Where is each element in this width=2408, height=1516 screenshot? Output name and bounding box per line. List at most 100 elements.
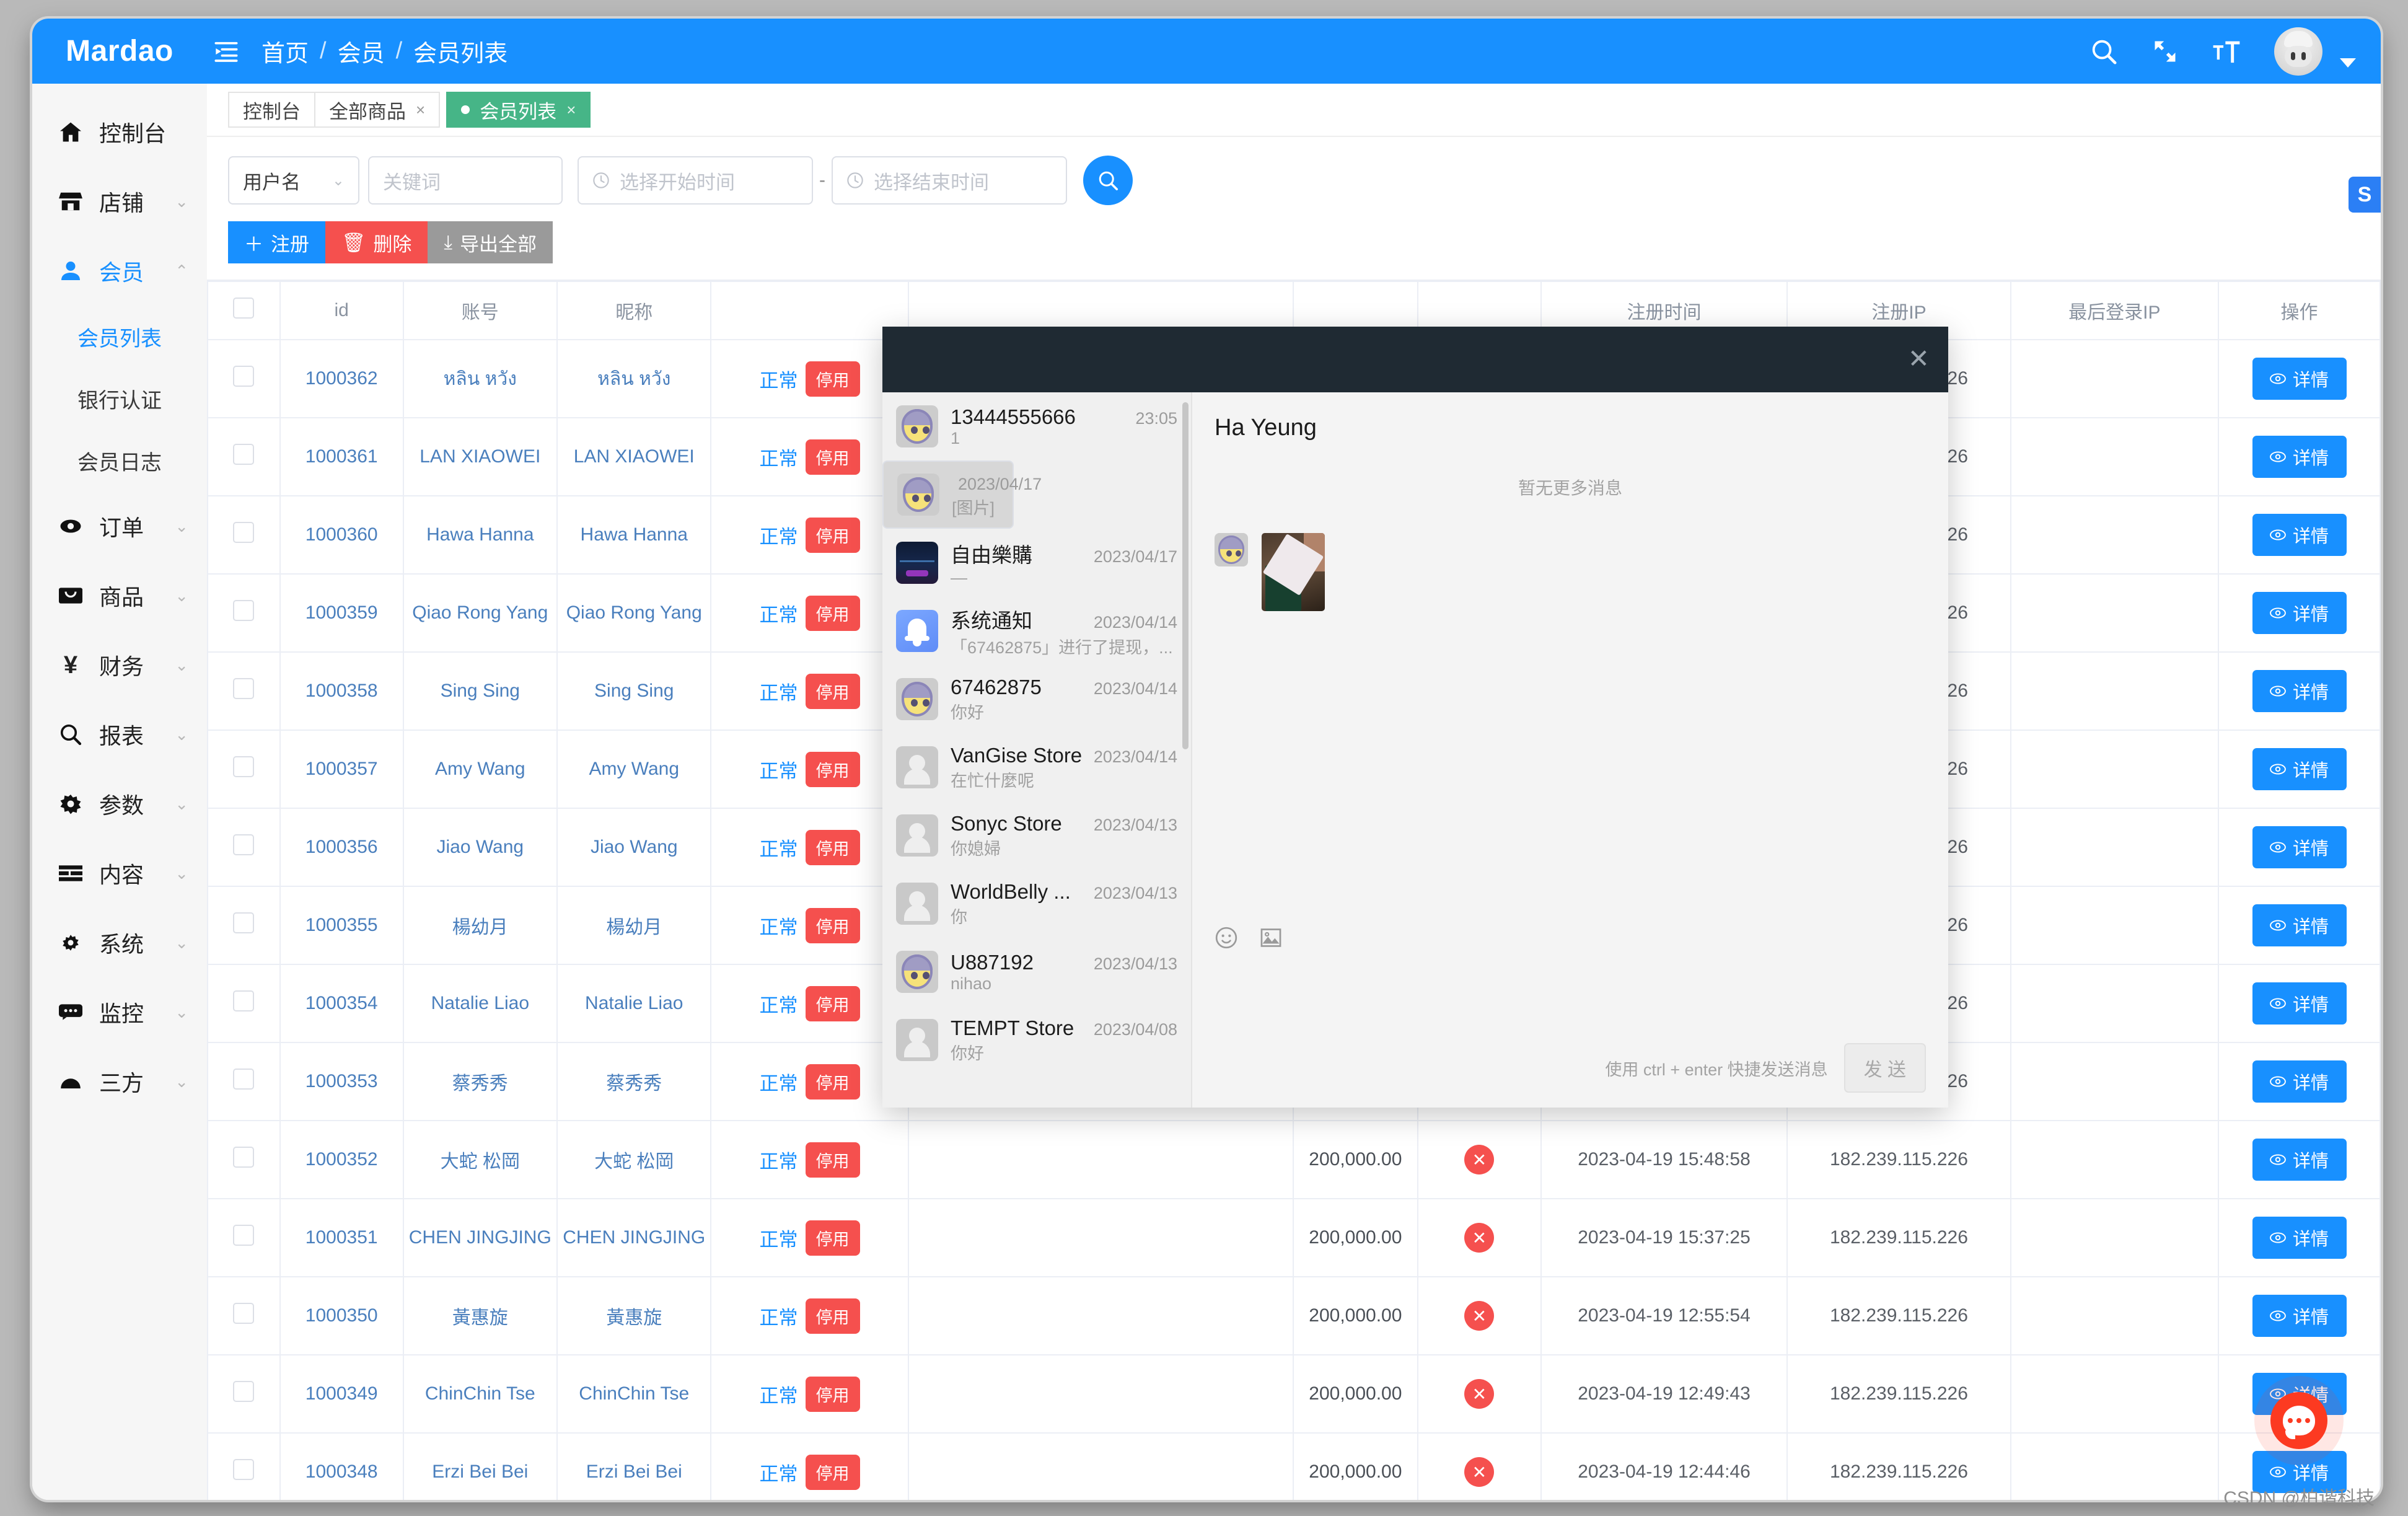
conversation-item[interactable]: TEMPT Store 2023/04/08 你好 <box>882 1006 1191 1074</box>
table-row[interactable]: 1000351 CHEN JINGJING CHEN JINGJING 正常 停用 200… <box>207 1198 2381 1277</box>
conversation-item[interactable]: WorldBelly ... 2023/04/13 你 <box>882 870 1191 938</box>
row-checkbox[interactable] <box>233 1225 255 1246</box>
sidebar-item-member[interactable]: 会员 ⌃ <box>32 236 207 306</box>
tab-all-goods[interactable]: 全部商品 × <box>314 92 441 128</box>
sidebar-item-member-list[interactable]: 会员列表 <box>32 306 207 368</box>
fullscreen-icon[interactable] <box>2151 38 2179 65</box>
conversation-list[interactable]: 1344455566623:051Ha Yeung2023/04/17[图片]自… <box>882 392 1192 1108</box>
row-checkbox[interactable] <box>233 678 255 699</box>
conversation-item[interactable]: 13444555666 23:05 1 <box>882 392 1191 461</box>
conversation-item[interactable]: VanGise Store 2023/04/14 在忙什麼呢 <box>882 733 1191 801</box>
tab-member-list[interactable]: 会员列表 × <box>446 92 591 128</box>
search-button[interactable] <box>1083 156 1133 205</box>
disable-button[interactable]: 停用 <box>805 517 860 553</box>
sidebar-item-params[interactable]: 参数 ⌄ <box>32 769 207 839</box>
avatar[interactable] <box>2274 27 2322 76</box>
register-button[interactable]: ＋ 注册 <box>228 221 325 263</box>
sidebar-item-order[interactable]: 订单 ⌄ <box>32 491 207 561</box>
conversation-item[interactable]: 67462875 2023/04/14 你好 <box>882 665 1191 733</box>
close-icon[interactable]: ✕ <box>1464 1457 1495 1487</box>
detail-button[interactable]: 详情 <box>2252 982 2347 1025</box>
disable-button[interactable]: 停用 <box>805 1142 860 1178</box>
sidebar-item-content[interactable]: 内容 ⌄ <box>32 839 207 908</box>
sidebar-item-thirdparty[interactable]: 三方 ⌄ <box>32 1047 207 1116</box>
chevron-down-icon[interactable] <box>2340 58 2356 68</box>
row-checkbox[interactable] <box>233 522 255 543</box>
table-row[interactable]: 1000350 黃惠旋 黃惠旋 正常 停用 200,000.00 ✕ 2023-04-19 1… <box>207 1276 2381 1355</box>
export-button[interactable]: ⤓ 导出全部 <box>428 221 553 263</box>
conversation-item[interactable]: U887192 2023/04/13 nihao <box>882 938 1191 1006</box>
row-checkbox[interactable] <box>233 600 255 621</box>
keyword-input[interactable]: 关键词 <box>368 156 563 205</box>
row-checkbox[interactable] <box>233 756 255 777</box>
field-select[interactable]: 用户名 ⌄ <box>228 156 359 205</box>
detail-button[interactable]: 详情 <box>2252 826 2347 868</box>
tab-dashboard[interactable]: 控制台 <box>228 92 315 128</box>
breadcrumb-item-0[interactable]: 首页 <box>261 34 309 68</box>
search-icon[interactable] <box>2089 37 2118 66</box>
close-icon[interactable]: ✕ <box>1464 1301 1495 1331</box>
detail-button[interactable]: 详情 <box>2252 1295 2347 1337</box>
sidebar-item-goods[interactable]: 商品 ⌄ <box>32 561 207 630</box>
detail-button[interactable]: 详情 <box>2252 904 2347 946</box>
disable-button[interactable]: 停用 <box>805 439 860 475</box>
breadcrumb-item-1[interactable]: 会员 <box>338 34 385 68</box>
row-checkbox[interactable] <box>233 444 255 465</box>
table-row[interactable]: 1000349 ChinChin Tse ChinChin Tse 正常 停用 200,0… <box>207 1354 2381 1434</box>
row-checkbox[interactable] <box>233 990 255 1011</box>
row-checkbox[interactable] <box>233 1459 255 1480</box>
row-checkbox[interactable] <box>233 366 255 387</box>
conversation-item[interactable]: Ha Yeung2023/04/17[图片] <box>882 461 1042 529</box>
sidebar-item-system[interactable]: 系统 ⌄ <box>32 908 207 977</box>
detail-button[interactable]: 详情 <box>2252 358 2347 400</box>
sidebar-item-report[interactable]: 报表 ⌄ <box>32 700 207 769</box>
disable-button[interactable]: 停用 <box>805 907 860 943</box>
disable-button[interactable]: 停用 <box>805 985 860 1021</box>
conversation-scrollbar[interactable] <box>1182 402 1189 749</box>
detail-button[interactable]: 详情 <box>2252 1139 2347 1181</box>
image-icon[interactable] <box>1259 926 1283 953</box>
detail-button[interactable]: 详情 <box>2252 592 2347 634</box>
send-button[interactable]: 发 送 <box>1843 1043 1926 1093</box>
disable-button[interactable]: 停用 <box>805 751 860 787</box>
table-row[interactable]: 1000348 Erzi Bei Bei Erzi Bei Bei 正常 停用 200,0… <box>207 1432 2381 1500</box>
disable-button[interactable]: 停用 <box>805 829 860 865</box>
row-checkbox[interactable] <box>233 1147 255 1168</box>
emoji-icon[interactable] <box>1215 926 1238 953</box>
close-icon[interactable]: × <box>566 100 576 120</box>
sidebar-item-finance[interactable]: ¥ 财务 ⌄ <box>32 630 207 700</box>
detail-button[interactable]: 详情 <box>2252 670 2347 712</box>
row-checkbox[interactable] <box>233 1381 255 1402</box>
row-checkbox[interactable] <box>233 912 255 933</box>
close-icon[interactable]: ✕ <box>1464 1145 1495 1174</box>
disable-button[interactable]: 停用 <box>805 361 860 397</box>
detail-button[interactable]: 详情 <box>2252 1060 2347 1103</box>
disable-button[interactable]: 停用 <box>805 1454 860 1490</box>
row-checkbox[interactable] <box>233 1303 255 1324</box>
menu-fold-icon[interactable] <box>207 41 245 62</box>
disable-button[interactable]: 停用 <box>805 1064 860 1100</box>
conversation-item[interactable]: 系统通知 2023/04/14 「67462875」进行了提现，... <box>882 597 1191 665</box>
disable-button[interactable]: 停用 <box>805 673 860 709</box>
detail-button[interactable]: 详情 <box>2252 436 2347 478</box>
sidebar-item-dashboard[interactable]: 控制台 <box>32 97 207 167</box>
row-checkbox[interactable] <box>233 834 255 855</box>
conversation-item[interactable]: 自由樂購 2023/04/17 — <box>882 529 1191 597</box>
conversation-item[interactable]: Sonyc Store 2023/04/13 你媳婦 <box>882 801 1191 870</box>
sidebar-item-shop[interactable]: 店铺 ⌄ <box>32 167 207 236</box>
disable-button[interactable]: 停用 <box>805 595 860 631</box>
message-image-thumbnail[interactable] <box>1262 533 1325 611</box>
sidebar-item-member-log[interactable]: 会员日志 <box>32 430 207 491</box>
chat-input-area[interactable]: 使用 ctrl + enter 快捷发送消息 发 送 <box>1192 953 1948 1108</box>
disable-button[interactable]: 停用 <box>805 1298 860 1334</box>
detail-button[interactable]: 详情 <box>2252 748 2347 790</box>
detail-button[interactable]: 详情 <box>2252 514 2347 556</box>
close-icon[interactable]: ✕ <box>1464 1223 1495 1253</box>
close-icon[interactable]: × <box>416 100 425 120</box>
detail-button[interactable]: 详情 <box>2252 1217 2347 1259</box>
delete-button[interactable]: 🗑 删除 <box>325 221 428 263</box>
row-checkbox[interactable] <box>233 1069 255 1090</box>
side-service-badge[interactable]: S <box>2349 177 2381 213</box>
close-icon[interactable]: ✕ <box>1464 1379 1495 1409</box>
table-row[interactable]: 1000352 大蛇 松岡 大蛇 松岡 正常 停用 200,000.00 ✕ 2023-04-… <box>207 1120 2381 1199</box>
